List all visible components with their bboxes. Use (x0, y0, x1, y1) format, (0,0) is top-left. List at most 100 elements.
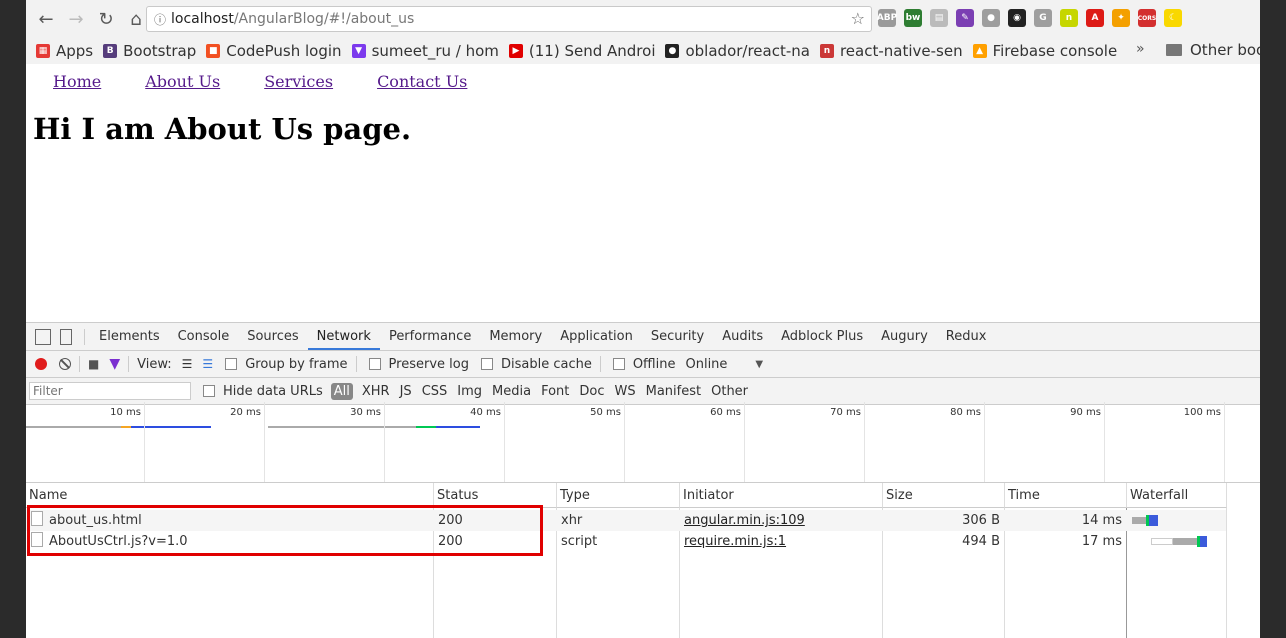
tab-security[interactable]: Security (642, 323, 713, 350)
nav-services-link[interactable]: Services (264, 72, 333, 91)
filter-type-doc[interactable]: Doc (574, 384, 609, 399)
bookmark-firebase[interactable]: ▲ Firebase console (972, 42, 1118, 60)
bw-icon[interactable]: bw (904, 9, 922, 27)
dark-circle-icon[interactable]: ◉ (1008, 9, 1026, 27)
filter-funnel-icon[interactable]: ▼ (109, 356, 120, 372)
bookmark-npm[interactable]: n react-native-sen (819, 42, 963, 60)
col-waterfall[interactable]: Waterfall (1127, 483, 1227, 508)
waterfall-view-icon[interactable]: ☰ (202, 357, 213, 371)
devtools-tabbar: Elements Console Sources Network Performance… (26, 323, 1260, 351)
col-type[interactable]: Type (557, 483, 680, 508)
col-time[interactable]: Time (1005, 483, 1127, 508)
device-toolbar-icon[interactable] (60, 328, 72, 345)
folder-icon (1166, 44, 1182, 56)
nav-contact-link[interactable]: Contact Us (377, 72, 467, 91)
timeline-tick: 70 ms (830, 402, 865, 482)
tab-sources[interactable]: Sources (238, 323, 307, 350)
browser-toolbar: ← → ↻ ⌂ ⓘ localhost/AngularBlog/#!/about… (26, 0, 1260, 38)
tick-label: 80 ms (950, 407, 981, 418)
back-icon[interactable]: ← (32, 5, 60, 33)
filter-type-xhr[interactable]: XHR (357, 384, 395, 399)
disable-cache-checkbox[interactable] (480, 358, 493, 370)
inspect-element-icon[interactable] (35, 328, 51, 345)
bookmark-apps[interactable]: ▦ Apps (36, 42, 93, 60)
nav-about-link[interactable]: About Us (145, 72, 220, 91)
bookmark-codepush[interactable]: ■ CodePush login (206, 42, 342, 60)
tab-adblock-plus[interactable]: Adblock Plus (772, 323, 872, 350)
bootstrap-icon: B (103, 44, 118, 58)
filter-type-manifest[interactable]: Manifest (641, 384, 706, 399)
timeline-tick: 40 ms (470, 402, 505, 482)
cors-icon[interactable]: CORS (1138, 9, 1156, 27)
overview-bar (131, 426, 211, 428)
preserve-log-checkbox[interactable] (368, 358, 381, 370)
angular-icon[interactable]: A (1086, 9, 1104, 27)
augury-icon[interactable]: ✦ (1112, 9, 1130, 27)
tab-elements[interactable]: Elements (90, 323, 169, 350)
bookmark-sumeet[interactable]: ▼ sumeet_ru / hom (351, 42, 499, 60)
hide-data-urls-label: Hide data URLs (223, 383, 323, 399)
bookmark-star-icon[interactable]: ☆ (851, 9, 865, 28)
offline-checkbox[interactable] (612, 358, 625, 370)
filter-type-js[interactable]: JS (395, 384, 417, 399)
tab-redux[interactable]: Redux (937, 323, 996, 350)
clear-icon[interactable] (59, 358, 71, 370)
highlight-annotation-box (27, 505, 543, 556)
tab-augury[interactable]: Augury (872, 323, 937, 350)
info-icon[interactable]: ⓘ (149, 11, 171, 28)
list-view-icon[interactable]: ☰ (182, 357, 193, 371)
tab-performance[interactable]: Performance (380, 323, 480, 350)
timeline-tick: 80 ms (950, 402, 985, 482)
request-initiator[interactable]: angular.min.js:109 (684, 510, 805, 531)
filter-type-all[interactable]: All (330, 382, 353, 400)
eyedropper-icon[interactable]: ✎ (956, 9, 974, 27)
filter-type-ws[interactable]: WS (610, 384, 641, 399)
nav-home-link[interactable]: Home (53, 72, 101, 91)
hide-data-urls-checkbox[interactable] (203, 385, 215, 397)
reload-icon[interactable]: ↻ (92, 5, 120, 33)
tab-memory[interactable]: Memory (480, 323, 551, 350)
filter-type-font[interactable]: Font (536, 384, 574, 399)
bookmark-github[interactable]: ● oblador/react-na (665, 42, 810, 60)
group-by-frame-checkbox[interactable] (225, 358, 238, 370)
reader-icon[interactable]: ▤ (930, 9, 948, 27)
timeline-tick: 30 ms (350, 402, 385, 482)
filter-bar: Hide data URLs All XHRJSCSSImgMediaFontDo… (26, 378, 1260, 405)
throttle-select[interactable]: Online (685, 357, 727, 372)
timeline-tick: 60 ms (710, 402, 745, 482)
tab-application[interactable]: Application (551, 323, 642, 350)
request-initiator[interactable]: require.min.js:1 (684, 531, 786, 552)
filter-type-css[interactable]: CSS (417, 384, 453, 399)
camera-icon[interactable]: ■ (88, 357, 99, 371)
timeline-tick: 20 ms (230, 402, 265, 482)
bookmark-bootstrap[interactable]: B Bootstrap (103, 42, 196, 60)
filter-type-media[interactable]: Media (487, 384, 536, 399)
url-text[interactable]: localhost/AngularBlog/#!/about_us (171, 11, 414, 27)
bookmarks-overflow-icon[interactable]: » (1136, 41, 1145, 57)
record-icon[interactable] (35, 358, 47, 370)
tab-console[interactable]: Console (169, 323, 239, 350)
other-bookmarks-folder[interactable]: Other boo (1166, 41, 1260, 59)
filter-type-other[interactable]: Other (706, 384, 753, 399)
col-initiator[interactable]: Initiator (680, 483, 883, 508)
address-bar[interactable]: ⓘ localhost/AngularBlog/#!/about_us ☆ (146, 6, 872, 32)
moon-icon[interactable]: ☾ (1164, 9, 1182, 27)
chevron-down-icon[interactable]: ▼ (755, 359, 763, 370)
adblock-plus-icon[interactable]: ABP (877, 9, 897, 27)
devtools-panel: Elements Console Sources Network Performance… (26, 322, 1260, 638)
tab-network[interactable]: Network (307, 323, 380, 350)
filter-input[interactable] (29, 382, 191, 400)
forward-icon[interactable]: → (62, 5, 90, 33)
g-icon[interactable]: G (1034, 9, 1052, 27)
chat-icon[interactable]: ● (982, 9, 1000, 27)
filter-type-img[interactable]: Img (452, 384, 487, 399)
overview-bar (436, 426, 480, 428)
bookmark-youtube[interactable]: ▶ (11) Send Androi (508, 42, 655, 60)
yellow-n-icon[interactable]: n (1060, 9, 1078, 27)
timeline-tick: 100 ms (1184, 402, 1225, 482)
bookmark-label: Firebase console (992, 42, 1118, 60)
tab-audits[interactable]: Audits (713, 323, 772, 350)
request-time: 14 ms (1081, 513, 1122, 528)
request-time: 17 ms (1081, 534, 1122, 549)
col-size[interactable]: Size (883, 483, 1005, 508)
